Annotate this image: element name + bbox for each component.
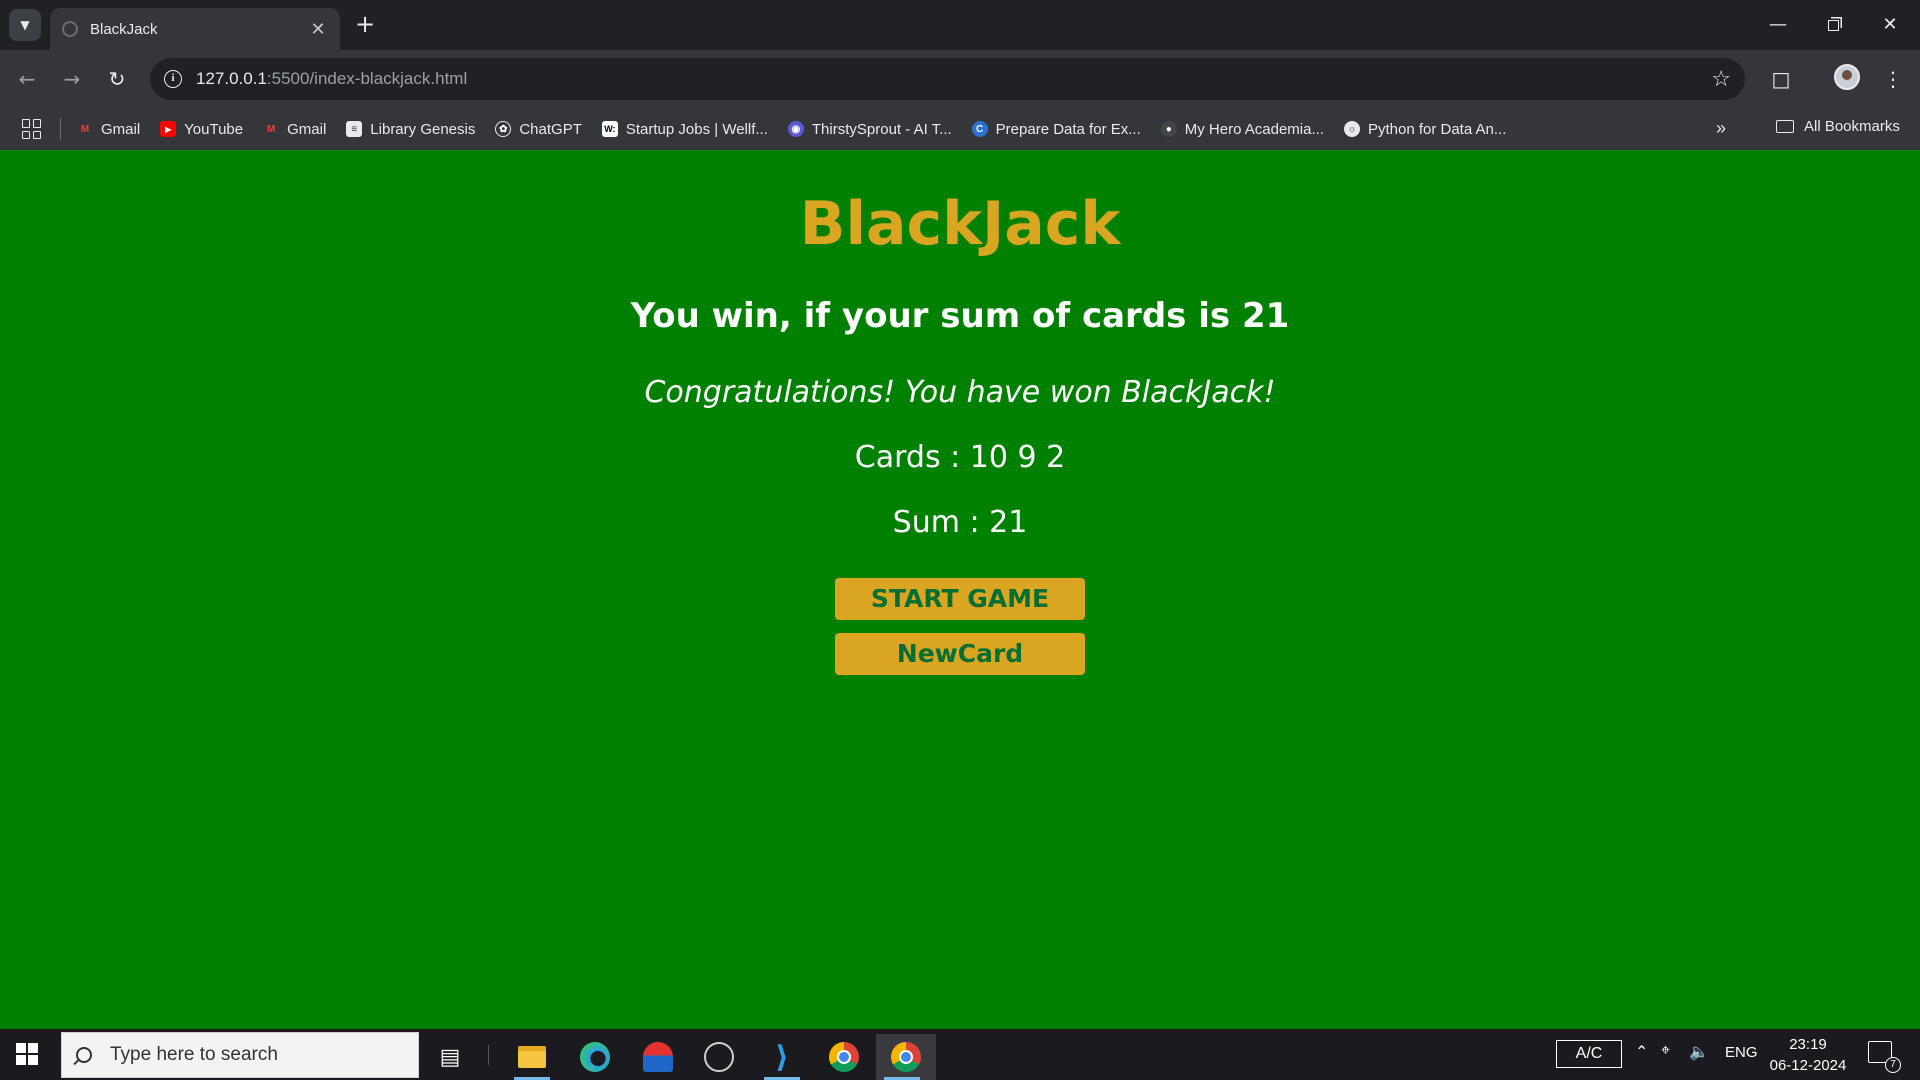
site-info-icon[interactable]: i — [164, 70, 182, 88]
url-text[interactable]: 127.0.0.1:5500/index-blackjack.html — [196, 69, 1711, 89]
chevron-up-icon[interactable]: ⌃ — [1635, 1042, 1648, 1062]
bookmark-python-data[interactable]: ☼ Python for Data An... — [1343, 120, 1507, 138]
bookmark-label: YouTube — [184, 120, 244, 138]
chatgpt-icon: ✿ — [495, 121, 512, 137]
bookmark-label: ChatGPT — [519, 120, 582, 138]
bookmark-label: Library Genesis — [370, 120, 476, 138]
bookmark-label: Prepare Data for Ex... — [995, 120, 1141, 138]
clock-date: 06-12-2024 — [1769, 1057, 1847, 1074]
windows-start-icon[interactable] — [16, 1043, 38, 1065]
rule-text: You win, if your sum of cards is 21 — [630, 296, 1290, 336]
network-icon[interactable]: ⌖ — [1661, 1042, 1670, 1060]
profile-avatar[interactable] — [1834, 64, 1860, 90]
taskbar-divider — [488, 1045, 489, 1065]
gmail-icon: M — [80, 123, 90, 135]
bookmark-thirstysprout[interactable]: ◉ ThirstySprout - AI T... — [787, 120, 952, 138]
taskbar-search-box[interactable]: Type here to search — [61, 1032, 419, 1078]
address-bar[interactable]: i 127.0.0.1:5500/index-blackjack.html ☆ — [150, 58, 1745, 100]
bookmark-label: Python for Data An... — [1367, 120, 1507, 138]
gmail-icon: M — [266, 123, 276, 135]
wellfound-icon: W: — [601, 121, 618, 137]
youtube-icon: ▶ — [160, 121, 177, 137]
windows-taskbar: Type here to search ▤ ⟩ A/C ⌃ ⌖ 🔈 ENG 23… — [0, 1029, 1920, 1080]
close-tab-icon[interactable]: ✕ — [308, 19, 328, 40]
search-icon — [76, 1047, 92, 1063]
cards-display: Cards : 10 9 2 — [854, 440, 1066, 475]
obs-icon[interactable] — [693, 1034, 745, 1080]
vscode-icon[interactable]: ⟩ — [756, 1034, 808, 1080]
bookmark-label: ThirstySprout - AI T... — [811, 120, 952, 138]
search-placeholder: Type here to search — [110, 1044, 278, 1065]
bookmark-youtube[interactable]: ▶ YouTube — [160, 121, 243, 138]
blackjack-page: BlackJack You win, if your sum of cards … — [0, 150, 1920, 1029]
browser-toolbar: ← → ↻ i 127.0.0.1:5500/index-blackjack.h… — [0, 50, 1920, 108]
bookmark-gmail[interactable]: M Gmail — [77, 121, 140, 138]
apps-grid-icon[interactable] — [22, 119, 42, 139]
browser-title-bar: ▼ BlackJack ✕ + — ✕ — [0, 0, 1920, 50]
minimize-button[interactable]: — — [1755, 10, 1801, 40]
restore-icon — [1827, 20, 1839, 31]
bookmark-label: Gmail — [101, 120, 141, 138]
folder-icon — [1776, 120, 1794, 133]
edge-icon[interactable] — [569, 1034, 621, 1080]
clock-time: 23:19 — [1789, 1036, 1827, 1053]
chrome-icon[interactable] — [818, 1034, 870, 1080]
globe-icon: ☼ — [1343, 121, 1360, 137]
new-tab-button[interactable]: + — [352, 12, 378, 38]
more-bookmarks-icon[interactable]: » — [1716, 118, 1726, 139]
close-window-button[interactable]: ✕ — [1867, 10, 1913, 40]
reload-button[interactable]: ↻ — [102, 64, 132, 94]
url-host: 127.0.0.1 — [196, 69, 267, 88]
anime-icon: ● — [1160, 121, 1177, 137]
all-bookmarks-label: All Bookmarks — [1804, 118, 1900, 135]
task-view-icon[interactable]: ▤ — [424, 1034, 476, 1080]
result-message: Congratulations! You have won BlackJack! — [644, 375, 1276, 410]
bookmark-chatgpt[interactable]: ✿ ChatGPT — [495, 121, 582, 138]
battery-status[interactable]: A/C — [1556, 1040, 1622, 1068]
app-icon[interactable] — [632, 1034, 684, 1080]
chevron-down-icon: ▼ — [20, 18, 30, 32]
bookmark-wellfound[interactable]: W: Startup Jobs | Wellf... — [601, 120, 768, 138]
volume-icon[interactable]: 🔈 — [1689, 1042, 1709, 1062]
extensions-icon[interactable]: □ — [1766, 64, 1796, 94]
bookmark-label: Gmail — [287, 120, 327, 138]
start-game-button[interactable]: START GAME — [835, 578, 1085, 620]
bookmarks-bar: M Gmail ▶ YouTube M Gmail ≡ Library Genesis … — [0, 108, 1920, 150]
bookmark-label: Startup Jobs | Wellf... — [625, 120, 768, 138]
sum-display: Sum : 21 — [892, 505, 1028, 540]
bookmark-gmail-2[interactable]: M Gmail — [263, 121, 326, 138]
bookmark-label: My Hero Academia... — [1184, 120, 1324, 138]
bookmarks-divider — [60, 118, 61, 140]
clock[interactable]: 23:19 06-12-2024 — [1766, 1034, 1850, 1076]
restore-button[interactable] — [1810, 10, 1856, 40]
notification-count: 7 — [1885, 1057, 1901, 1073]
bookmark-coursera[interactable]: C Prepare Data for Ex... — [971, 120, 1141, 138]
new-card-button[interactable]: NewCard — [835, 633, 1085, 675]
forward-button[interactable]: → — [57, 64, 87, 94]
thirstysprout-icon: ◉ — [787, 121, 804, 137]
tab-search-button[interactable]: ▼ — [9, 9, 41, 41]
url-path: :5500/index-blackjack.html — [266, 69, 468, 88]
back-button[interactable]: ← — [12, 64, 42, 94]
bookmark-my-hero-academia[interactable]: ● My Hero Academia... — [1160, 120, 1324, 138]
chrome-profile-icon[interactable] — [876, 1034, 936, 1080]
tab-title: BlackJack — [90, 20, 158, 38]
coursera-icon: C — [971, 121, 988, 137]
bookmark-library-genesis[interactable]: ≡ Library Genesis — [346, 121, 475, 138]
globe-icon — [62, 21, 78, 37]
library-genesis-icon: ≡ — [346, 121, 363, 137]
all-bookmarks-button[interactable]: All Bookmarks — [1776, 118, 1900, 135]
language-indicator[interactable]: ENG — [1725, 1044, 1758, 1061]
file-explorer-icon[interactable] — [506, 1034, 558, 1080]
bookmark-star-icon[interactable]: ☆ — [1711, 67, 1731, 92]
game-title: BlackJack — [799, 189, 1121, 259]
browser-menu-icon[interactable]: ⋮ — [1878, 64, 1908, 94]
browser-tab[interactable]: BlackJack ✕ — [50, 8, 340, 50]
